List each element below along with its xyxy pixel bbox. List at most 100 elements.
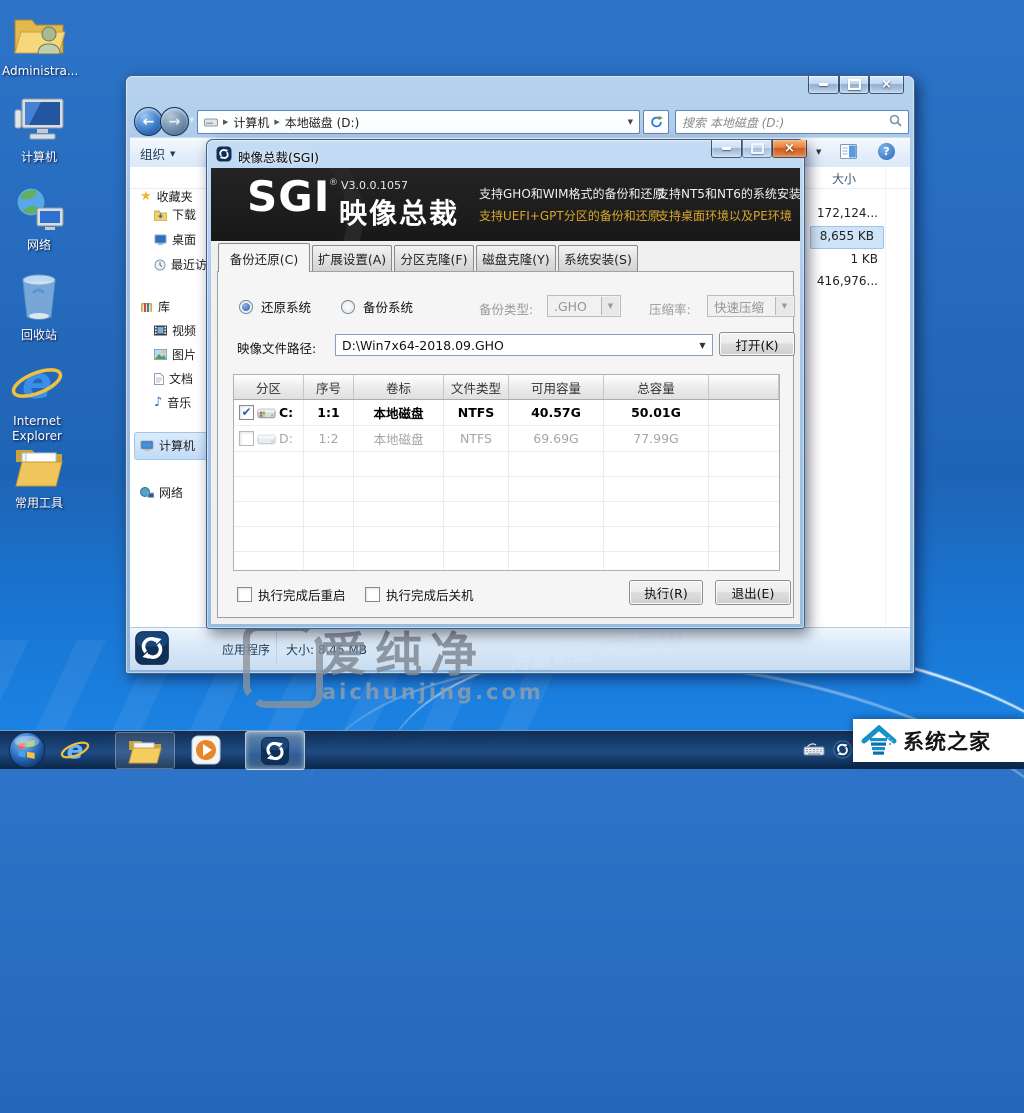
taskbar-explorer-button[interactable] — [115, 732, 175, 769]
breadcrumb-separator-icon: ▶ — [274, 118, 279, 126]
tray-sgi-icon[interactable] — [833, 740, 852, 763]
sidebar-item-videos[interactable]: 视频 — [154, 322, 196, 339]
checkbox-unchecked — [237, 587, 252, 602]
partition-checkbox-checked[interactable]: ✔ — [239, 405, 254, 420]
clock-icon — [154, 259, 166, 271]
open-button[interactable]: 打开(K) — [719, 332, 795, 356]
brand-text: 映像总裁 — [339, 192, 459, 232]
system-disk-icon — [257, 406, 276, 420]
taskbar-ie-button[interactable]: e — [60, 735, 90, 769]
sync-icon — [833, 740, 852, 759]
start-button[interactable] — [8, 731, 46, 773]
tab-backup-restore[interactable]: 备份还原(C) — [218, 243, 310, 272]
backup-type-label: 备份类型: — [479, 299, 533, 318]
network-icon — [13, 186, 65, 232]
table-row-d[interactable]: D: 1:2 本地磁盘 NTFS 69.69G 77.99G — [234, 426, 779, 452]
change-view-button[interactable] — [840, 144, 857, 163]
shutdown-after-checkbox[interactable]: 执行完成后关机 — [365, 585, 474, 604]
search-placeholder: 搜索 本地磁盘 (D:) — [682, 114, 784, 131]
sidebar-item-favorites[interactable]: ★收藏夹 — [140, 188, 193, 205]
house-logo-icon — [861, 725, 897, 757]
maximize-icon — [848, 79, 861, 90]
tab-extended-settings[interactable]: 扩展设置(A) — [312, 245, 392, 271]
refresh-button[interactable] — [643, 110, 669, 134]
backup-system-option[interactable]: 备份系统 — [341, 297, 413, 316]
film-icon — [154, 325, 167, 336]
empty-table-row — [234, 502, 779, 527]
partition-checkbox-unchecked[interactable] — [239, 431, 254, 446]
sidebar-item-network[interactable]: 网络 — [140, 484, 183, 501]
address-dropdown-icon[interactable]: ▼ — [628, 118, 633, 126]
desktop-icon-recycle-bin[interactable]: 回收站 — [2, 272, 76, 343]
restore-system-option[interactable]: 还原系统 — [239, 297, 311, 316]
desktop-icon-label: Internet Explorer — [0, 414, 74, 444]
breadcrumb-computer[interactable]: 计算机 — [233, 114, 269, 131]
help-button[interactable]: ? — [878, 143, 895, 160]
compress-rate-select: 快速压缩 ▼ — [707, 295, 795, 317]
dialog-title: 映像总裁(SGI) — [238, 147, 319, 166]
desktop-icon-computer[interactable]: 计算机 — [2, 96, 76, 165]
search-icon — [889, 114, 902, 130]
sidebar-item-downloads[interactable]: 下载 — [154, 206, 196, 223]
desktop-icon-administrator[interactable]: Administra... — [2, 12, 76, 79]
back-button[interactable]: ← — [134, 107, 163, 136]
col-volume[interactable]: 卷标 — [354, 375, 444, 399]
restart-after-checkbox[interactable]: 执行完成后重启 — [237, 585, 346, 604]
sidebar-item-libraries[interactable]: 库 — [140, 298, 170, 315]
forward-button[interactable]: → — [160, 107, 189, 136]
dialog-minimize-button[interactable] — [711, 140, 742, 158]
execute-button[interactable]: 执行(R) — [629, 580, 703, 605]
dialog-window-controls: × — [711, 140, 807, 158]
col-fs[interactable]: 文件类型 — [444, 375, 509, 399]
tray-keyboard-icon[interactable] — [803, 742, 825, 761]
computer-mini-icon — [140, 440, 154, 452]
desktop-icon-network[interactable]: 网络 — [2, 186, 76, 253]
dialog-app-icon — [216, 146, 232, 166]
table-row-c[interactable]: ✔ C: 1:1 本地磁盘 NTFS 40.57G 50.01G — [234, 400, 779, 426]
chevron-down-icon: ▼ — [694, 336, 711, 354]
col-partition[interactable]: 分区 — [234, 375, 304, 399]
col-total[interactable]: 总容量 — [604, 375, 709, 399]
dialog-maximize-button[interactable] — [742, 140, 772, 158]
maximize-icon — [751, 143, 764, 154]
exit-button[interactable]: 退出(E) — [715, 580, 791, 605]
sgi-app-icon — [134, 630, 170, 670]
col-index[interactable]: 序号 — [304, 375, 354, 399]
star-icon: ★ — [140, 190, 152, 203]
image-path-combobox[interactable]: D:\Win7x64-2018.09.GHO ▼ — [335, 334, 713, 356]
taskbar-wmp-button[interactable] — [190, 734, 222, 770]
sidebar-item-desktop[interactable]: 桌面 — [154, 231, 196, 248]
more-options-button[interactable]: ▼ — [816, 148, 821, 156]
refresh-icon — [649, 115, 664, 129]
compress-rate-label: 压缩率: — [649, 299, 691, 318]
search-input[interactable]: 搜索 本地磁盘 (D:) — [675, 110, 909, 134]
sidebar-item-music[interactable]: ♪音乐 — [154, 394, 191, 411]
breadcrumb-local-disk-d[interactable]: 本地磁盘 (D:) — [285, 114, 359, 131]
dialog-header: SGI ® V3.0.0.1057 映像总裁 支持GHO和WIM格式的备份和还原… — [211, 168, 800, 241]
tab-disk-clone[interactable]: 磁盘克隆(Y) — [476, 245, 556, 271]
svg-text:e: e — [22, 358, 52, 408]
organize-button[interactable]: 组织 ▼ — [140, 144, 175, 163]
size-column-header[interactable]: 大小 — [832, 170, 856, 187]
sidebar-item-pictures[interactable]: 图片 — [154, 346, 196, 363]
backup-type-select: .GHO ▼ — [547, 295, 621, 317]
music-note-icon: ♪ — [154, 396, 162, 409]
recent-pages-dropdown[interactable]: ▼ — [189, 116, 194, 124]
user-folder-icon — [13, 12, 65, 58]
dialog-close-button[interactable]: × — [772, 140, 807, 158]
address-bar[interactable]: ▶ 计算机 ▶ 本地磁盘 (D:) ▼ — [197, 110, 640, 134]
close-button[interactable]: × — [869, 76, 904, 94]
back-arrow-icon: ← — [143, 114, 155, 130]
tab-system-install[interactable]: 系统安装(S) — [558, 245, 638, 271]
empty-table-row — [234, 477, 779, 502]
tab-partition-clone[interactable]: 分区克隆(F) — [394, 245, 474, 271]
minimize-button[interactable] — [808, 76, 839, 94]
maximize-button[interactable] — [839, 76, 869, 94]
folder-icon — [128, 737, 162, 765]
taskbar-sgi-button[interactable] — [245, 731, 305, 770]
desktop-icon-tools-folder[interactable]: 常用工具 — [2, 444, 76, 511]
sidebar-item-computer[interactable]: 计算机 — [140, 437, 195, 454]
desktop-icon-internet-explorer[interactable]: e Internet Explorer — [0, 358, 74, 444]
col-free[interactable]: 可用容量 — [509, 375, 604, 399]
sidebar-item-documents[interactable]: 文档 — [154, 370, 193, 387]
